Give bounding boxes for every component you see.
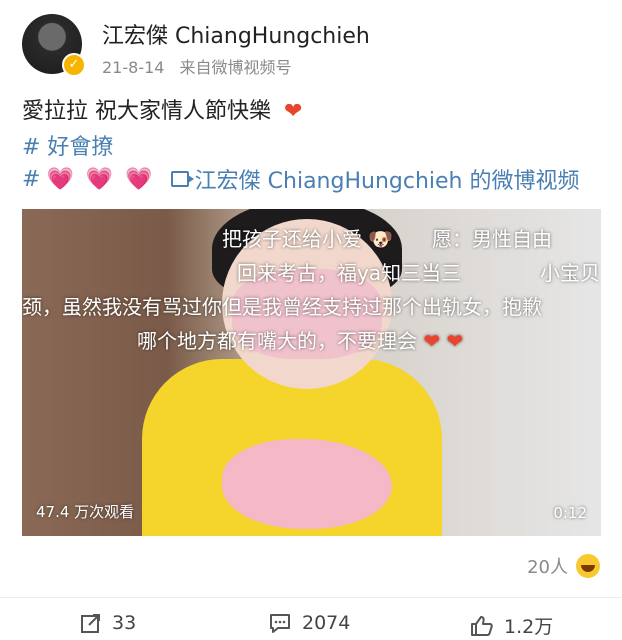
video-link-icon — [170, 171, 194, 187]
red-heart-icon: ❤ — [446, 329, 464, 353]
overlay-line-1: 把孩子还给小爱 🐶 — [222, 227, 394, 251]
video-duration: 0:12 — [553, 504, 587, 522]
post-text: 愛拉拉 祝大家情人節快樂 ❤ — [22, 93, 302, 125]
like-count: 1.2万 — [504, 616, 554, 638]
view-count: 47.4 万次观看 — [36, 503, 135, 521]
post-text-body: 愛拉拉 祝大家情人節快樂 — [22, 99, 271, 124]
red-heart-icon: ❤ — [284, 99, 303, 124]
video-player[interactable]: 把孩子还给小爱 🐶 愿：男性自由 回来考古，福ya知三当三 小宝贝 颈，虽然我没… — [22, 209, 601, 536]
share-icon — [81, 614, 100, 633]
overlay-line-2: 愿：男性自由 — [432, 227, 552, 251]
grin-emoji-icon — [576, 554, 600, 578]
overlay-line-4: 小宝贝 — [540, 261, 600, 285]
red-heart-icon: ❤ — [423, 329, 441, 353]
hashtag-link[interactable]: # 好會撩 — [22, 129, 113, 161]
reactions[interactable]: 20人 — [527, 553, 600, 579]
reaction-count: 20人 — [527, 557, 568, 578]
like-button[interactable]: 1.2万 — [470, 612, 553, 639]
share-count: 33 — [112, 612, 137, 634]
video-link[interactable]: 江宏傑 ChiangHungchieh 的微博视频 — [195, 163, 580, 195]
pink-heart-icon: 💗 — [46, 166, 74, 192]
overlay-line-3: 回来考古，福ya知三当三 — [237, 261, 462, 285]
post-meta: 21-8-14 来自微博视频号 — [102, 54, 292, 78]
divider — [0, 597, 622, 598]
pink-heart-icon: 💗 — [85, 166, 114, 192]
tags-line: # 💗 💗 💗 江宏傑 ChiangHungchieh 的微博视频 — [22, 163, 579, 195]
pink-heart-icon: 💗 — [125, 166, 153, 192]
tag-prefix[interactable]: # — [22, 167, 40, 192]
video-frame-whale — [222, 439, 392, 529]
comment-button[interactable]: 2074 — [268, 612, 350, 634]
post-source[interactable]: 来自微博视频号 — [180, 58, 292, 77]
post-date: 21-8-14 — [102, 58, 165, 77]
comment-count: 2074 — [302, 612, 351, 634]
overlay-line-5: 颈，虽然我没有骂过你但是我曾经支持过那个出轨女，抱歉 — [22, 295, 542, 319]
username[interactable]: 江宏傑 ChiangHungchieh — [102, 18, 370, 50]
comment-icon — [270, 614, 290, 633]
like-icon — [471, 615, 493, 636]
share-button[interactable]: 33 — [80, 612, 136, 634]
overlay-line-6: 哪个地方都有嘴大的，不要理会 ❤ ❤ — [137, 329, 464, 353]
verified-badge-icon: ✓ — [62, 53, 86, 77]
